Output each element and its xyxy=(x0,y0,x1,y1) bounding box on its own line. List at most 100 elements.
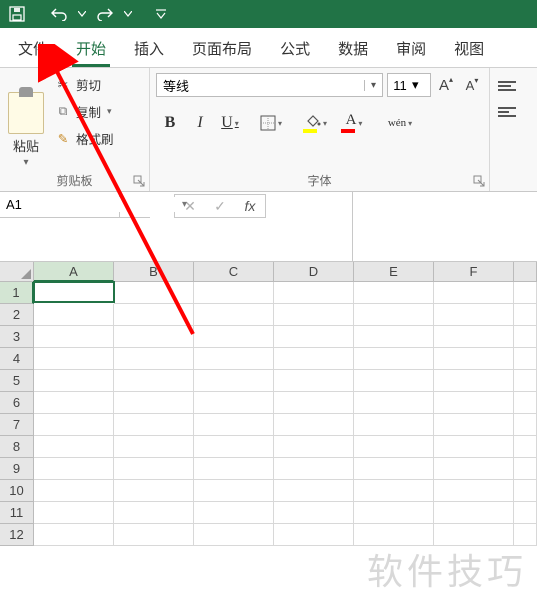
row-header[interactable]: 11 xyxy=(0,502,34,524)
redo-dropdown[interactable] xyxy=(122,3,134,25)
font-size-input[interactable] xyxy=(388,78,412,93)
cell[interactable] xyxy=(354,348,434,370)
increase-font-button[interactable]: A▴ xyxy=(435,74,457,96)
row-header[interactable]: 9 xyxy=(0,458,34,480)
name-box[interactable]: ▾ xyxy=(0,192,120,218)
cell[interactable] xyxy=(34,348,114,370)
font-name-selector[interactable]: ▾ xyxy=(156,73,383,97)
cell[interactable] xyxy=(114,414,194,436)
cell[interactable] xyxy=(434,436,514,458)
cell[interactable] xyxy=(114,502,194,524)
cell[interactable] xyxy=(34,436,114,458)
cell[interactable] xyxy=(354,392,434,414)
cell[interactable] xyxy=(274,392,354,414)
column-header[interactable] xyxy=(514,262,537,282)
cell[interactable] xyxy=(514,348,537,370)
row-header[interactable]: 2 xyxy=(0,304,34,326)
row-header[interactable]: 4 xyxy=(0,348,34,370)
copy-button[interactable]: ⧉ 复制 ▾ xyxy=(51,100,117,123)
cell[interactable] xyxy=(514,436,537,458)
borders-button[interactable]: ▾ xyxy=(254,110,288,136)
clipboard-launcher-icon[interactable] xyxy=(133,175,147,189)
fill-color-button[interactable]: ▾ xyxy=(298,110,334,136)
cell[interactable] xyxy=(354,502,434,524)
tab-file[interactable]: 文件 xyxy=(4,28,62,67)
cell[interactable] xyxy=(434,348,514,370)
cell[interactable] xyxy=(34,502,114,524)
cell[interactable] xyxy=(434,326,514,348)
cell[interactable] xyxy=(514,392,537,414)
column-header[interactable]: B xyxy=(114,262,194,282)
cell[interactable] xyxy=(354,436,434,458)
cell[interactable] xyxy=(354,458,434,480)
cell[interactable] xyxy=(434,480,514,502)
cell[interactable] xyxy=(194,480,274,502)
column-header[interactable]: F xyxy=(434,262,514,282)
cell[interactable] xyxy=(194,370,274,392)
cell[interactable] xyxy=(274,458,354,480)
cell[interactable] xyxy=(34,414,114,436)
cell[interactable] xyxy=(194,436,274,458)
cell[interactable] xyxy=(514,304,537,326)
font-color-button[interactable]: A ▾ xyxy=(336,110,372,136)
chevron-down-icon[interactable]: ▾ xyxy=(182,199,187,210)
paste-button[interactable]: 粘贴 ▾ xyxy=(4,71,48,170)
cell[interactable] xyxy=(274,414,354,436)
cell[interactable] xyxy=(354,524,434,546)
cell[interactable] xyxy=(194,414,274,436)
cell[interactable] xyxy=(514,282,537,304)
cell[interactable] xyxy=(434,458,514,480)
cell[interactable] xyxy=(514,502,537,524)
column-header[interactable]: C xyxy=(194,262,274,282)
cell[interactable] xyxy=(114,326,194,348)
font-launcher-icon[interactable] xyxy=(473,175,487,189)
font-size-selector[interactable]: ▾ xyxy=(387,73,431,97)
select-all-corner[interactable] xyxy=(0,262,34,282)
cell[interactable] xyxy=(274,502,354,524)
cell[interactable] xyxy=(34,480,114,502)
tab-insert[interactable]: 插入 xyxy=(120,28,178,67)
row-header[interactable]: 8 xyxy=(0,436,34,458)
cell[interactable] xyxy=(114,524,194,546)
cell[interactable] xyxy=(434,524,514,546)
bold-button[interactable]: B xyxy=(156,110,184,136)
cell-active[interactable] xyxy=(33,281,115,303)
tab-review[interactable]: 审阅 xyxy=(382,28,440,67)
cell[interactable] xyxy=(34,392,114,414)
cell[interactable] xyxy=(434,304,514,326)
cell[interactable] xyxy=(514,326,537,348)
format-painter-button[interactable]: ✎ 格式刷 xyxy=(51,127,117,150)
italic-button[interactable]: I xyxy=(186,110,214,136)
row-header[interactable]: 10 xyxy=(0,480,34,502)
cell[interactable] xyxy=(514,414,537,436)
cell[interactable] xyxy=(194,348,274,370)
cell[interactable] xyxy=(274,348,354,370)
cell[interactable] xyxy=(194,458,274,480)
name-box-input[interactable] xyxy=(6,197,182,212)
cell[interactable] xyxy=(34,370,114,392)
cell[interactable] xyxy=(34,326,114,348)
cell[interactable] xyxy=(354,414,434,436)
cell[interactable] xyxy=(194,326,274,348)
column-header[interactable]: E xyxy=(354,262,434,282)
cell[interactable] xyxy=(114,436,194,458)
cell[interactable] xyxy=(194,392,274,414)
cell[interactable] xyxy=(194,304,274,326)
tab-formulas[interactable]: 公式 xyxy=(266,28,324,67)
cell[interactable] xyxy=(514,524,537,546)
cell[interactable] xyxy=(274,436,354,458)
cell[interactable] xyxy=(354,480,434,502)
cell[interactable] xyxy=(114,458,194,480)
cell[interactable] xyxy=(434,370,514,392)
cell[interactable] xyxy=(274,326,354,348)
cell[interactable] xyxy=(434,414,514,436)
font-name-input[interactable] xyxy=(157,78,364,93)
row-header[interactable]: 6 xyxy=(0,392,34,414)
cell[interactable] xyxy=(114,392,194,414)
row-header[interactable]: 1 xyxy=(0,282,34,304)
cell[interactable] xyxy=(514,480,537,502)
row-header[interactable]: 5 xyxy=(0,370,34,392)
cell[interactable] xyxy=(354,304,434,326)
row-header[interactable]: 3 xyxy=(0,326,34,348)
chevron-down-icon[interactable]: ▾ xyxy=(364,80,382,91)
